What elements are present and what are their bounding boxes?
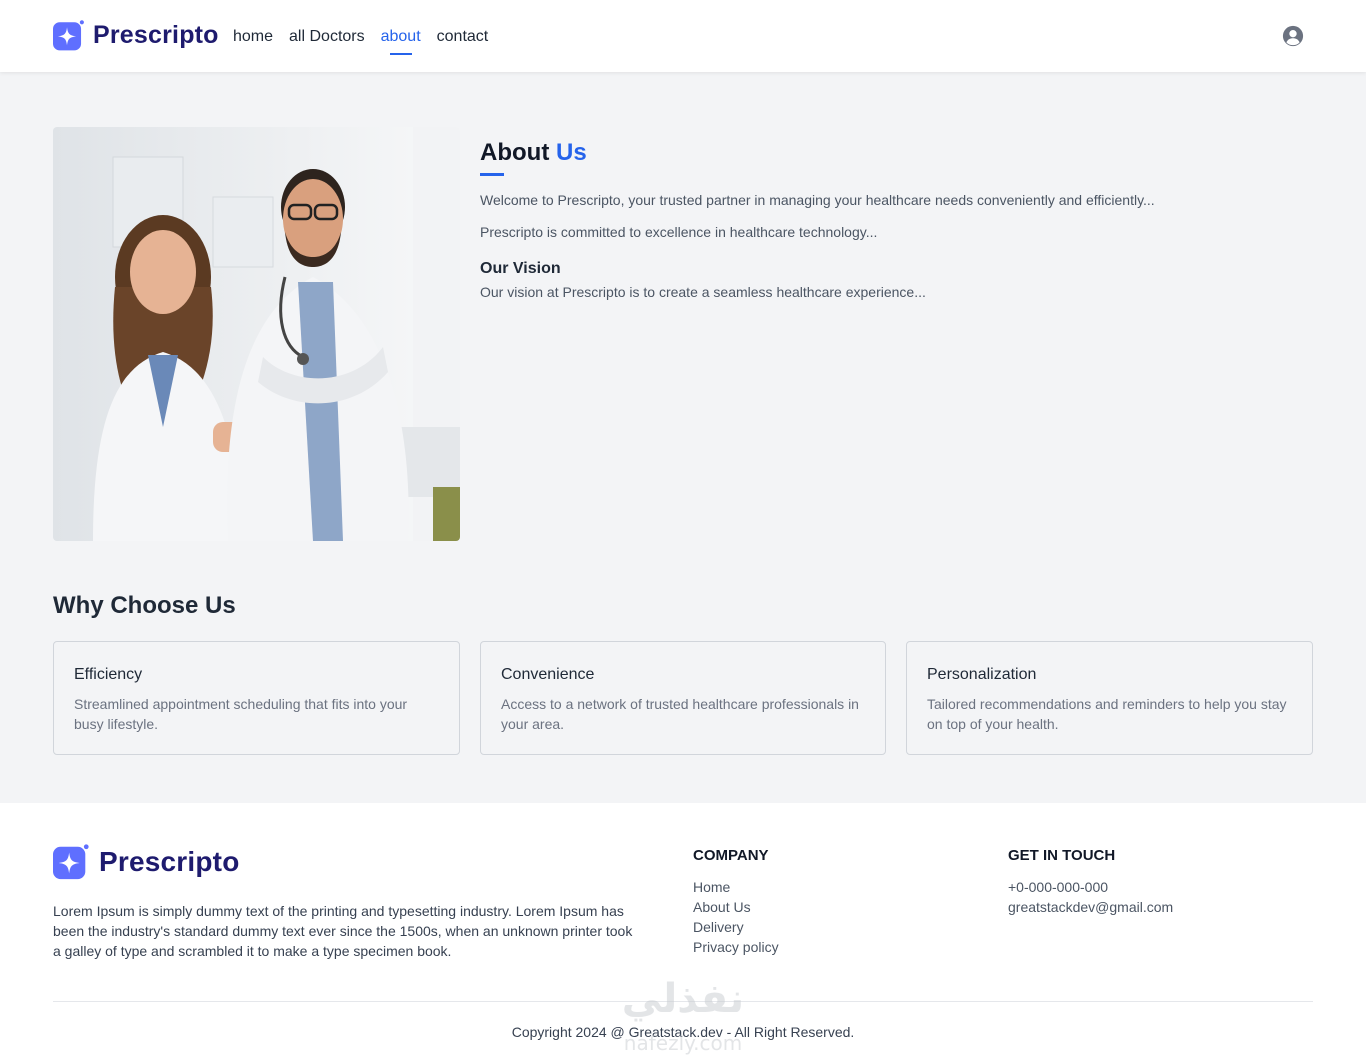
footer-link-home[interactable]: Home <box>693 877 779 897</box>
company-links: Home About Us Delivery Privacy policy <box>693 877 779 957</box>
contact-heading: GET IN TOUCH <box>1008 847 1116 864</box>
about-doctors-image <box>53 127 460 541</box>
logo-icon <box>53 20 84 51</box>
footer-description: Lorem Ipsum is simply dummy text of the … <box>53 903 633 959</box>
card-title: Personalization <box>927 666 1037 683</box>
nav-home[interactable]: home <box>233 28 273 46</box>
watermark-arabic: نفذلي <box>622 976 744 1022</box>
footer-link-privacy-policy[interactable]: Privacy policy <box>693 937 779 957</box>
main-nav: home all Doctors about contact <box>233 28 489 55</box>
footer-logo[interactable]: Prescripto <box>53 843 240 881</box>
company-heading: COMPANY <box>693 847 769 864</box>
logo-text: Prescripto <box>93 21 219 49</box>
about-heading: About Us <box>480 139 1280 167</box>
watermark-latin: nafezly.com <box>624 1031 742 1055</box>
heading-underline <box>480 173 504 176</box>
nav-about[interactable]: about <box>381 28 421 55</box>
why-choose-us-heading: Why Choose Us <box>53 592 236 619</box>
card-text: Tailored recommendations and reminders t… <box>927 696 1287 732</box>
footer-link-delivery[interactable]: Delivery <box>693 917 779 937</box>
about-heading-main: About <box>480 139 550 166</box>
footer-logo-text: Prescripto <box>99 846 240 877</box>
logo-icon <box>53 844 89 880</box>
card-text: Streamlined appointment scheduling that … <box>74 696 408 732</box>
user-circle-icon[interactable] <box>1282 25 1304 47</box>
top-navbar: Prescripto home all Doctors about contac… <box>0 0 1366 72</box>
contact-phone: +0-000-000-000 <box>1008 879 1109 895</box>
about-paragraph-2: Prescripto is committed to excellence in… <box>480 224 878 240</box>
contact-email[interactable]: greatstackdev@gmail.com <box>1008 897 1173 917</box>
feature-card-personalization[interactable]: Personalization Tailored recommendations… <box>906 641 1313 755</box>
footer-link-about-us[interactable]: About Us <box>693 897 779 917</box>
nav-contact[interactable]: contact <box>437 28 489 46</box>
feature-card-convenience[interactable]: Convenience Access to a network of trust… <box>480 641 886 755</box>
vision-text: Our vision at Prescripto is to create a … <box>480 284 926 300</box>
watermark-logo: نفذلي nafezly.com <box>622 976 744 1055</box>
card-title: Efficiency <box>74 666 143 683</box>
about-heading-accent: Us <box>555 139 587 166</box>
contact-list: +0-000-000-000 greatstackdev@gmail.com <box>1008 877 1173 917</box>
nav-all-doctors[interactable]: all Doctors <box>289 28 365 46</box>
vision-heading: Our Vision <box>480 260 561 277</box>
card-text: Access to a network of trusted healthcar… <box>501 696 859 732</box>
brand-logo[interactable]: Prescripto <box>53 19 219 52</box>
card-title: Convenience <box>501 666 595 683</box>
feature-card-efficiency[interactable]: Efficiency Streamlined appointment sched… <box>53 641 460 755</box>
about-content: About Us Welcome to Prescripto, your tru… <box>480 139 1280 300</box>
about-paragraph-1: Welcome to Prescripto, your trusted part… <box>480 192 1155 208</box>
